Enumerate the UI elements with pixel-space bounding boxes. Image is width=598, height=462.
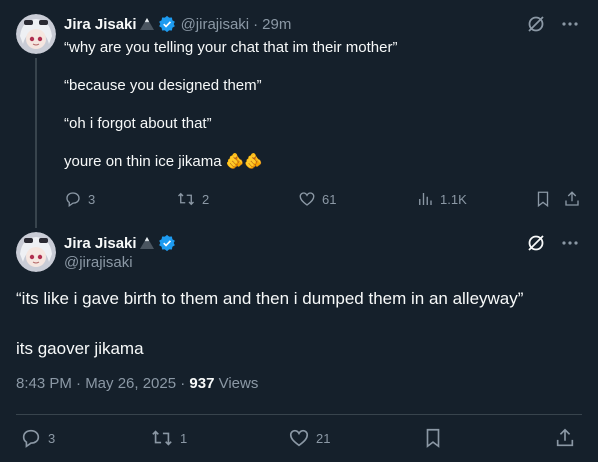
repost-count: 1 bbox=[180, 430, 188, 446]
tweet-text: “why are you telling your chat that im t… bbox=[64, 38, 564, 190]
tweet-line: its gaover jikama bbox=[16, 339, 144, 358]
bookmark-button[interactable] bbox=[422, 427, 444, 449]
tweet-header: Jira Jisaki @jirajisaki · 29m bbox=[64, 14, 291, 34]
tweet-header: Jira Jisaki @jirajisaki bbox=[64, 233, 176, 271]
tweet-time[interactable]: 29m bbox=[262, 16, 291, 33]
reply-button[interactable]: 3 bbox=[64, 190, 95, 208]
share-button[interactable] bbox=[563, 190, 581, 208]
reply-button[interactable]: 3 bbox=[20, 427, 55, 449]
tweet-text: “its like i gave birth to them and then … bbox=[16, 287, 586, 387]
thread-line bbox=[35, 58, 37, 228]
avatar[interactable] bbox=[16, 232, 56, 272]
avatar[interactable] bbox=[16, 14, 56, 54]
tweet-line: “oh i forgot about that” bbox=[64, 115, 212, 132]
reply-count: 3 bbox=[88, 191, 96, 207]
grok-icon[interactable] bbox=[526, 233, 546, 253]
tweet-line: “its like i gave birth to them and then … bbox=[16, 289, 524, 308]
like-icon bbox=[298, 190, 316, 208]
repost-icon bbox=[176, 190, 196, 208]
verified-badge-icon bbox=[158, 15, 176, 33]
author-name[interactable]: Jira Jisaki bbox=[64, 235, 137, 252]
tweet-line: youre on thin ice jikama 🫵🫵 bbox=[64, 153, 264, 170]
grok-icon[interactable] bbox=[526, 14, 546, 34]
views-icon bbox=[416, 190, 434, 208]
tweet-line: “why are you telling your chat that im t… bbox=[64, 39, 398, 56]
tweet-line: “because you designed them” bbox=[64, 77, 262, 94]
repost-button[interactable]: 1 bbox=[150, 427, 187, 449]
tweet-top-icons bbox=[526, 14, 580, 34]
repost-icon bbox=[150, 427, 174, 449]
more-icon[interactable] bbox=[560, 14, 580, 34]
like-icon bbox=[288, 427, 310, 449]
reply-icon bbox=[64, 190, 82, 208]
share-button[interactable] bbox=[554, 427, 576, 449]
bookmark-icon bbox=[422, 427, 444, 449]
separator: · bbox=[253, 15, 259, 33]
tweet-thread: Jira Jisaki @jirajisaki · 29m “why are y… bbox=[0, 0, 598, 462]
reply-icon bbox=[20, 427, 42, 449]
tweet-meta: 8:43 PM · May 26, 2025 · 937 Views bbox=[16, 375, 258, 392]
verified-badge-icon bbox=[158, 234, 176, 252]
bookmark-button[interactable] bbox=[534, 190, 552, 208]
bookmark-icon bbox=[534, 190, 552, 208]
repost-button[interactable]: 2 bbox=[176, 190, 209, 208]
like-count: 21 bbox=[316, 430, 331, 446]
like-button[interactable]: 61 bbox=[298, 190, 336, 208]
share-icon bbox=[554, 427, 576, 449]
views-count: 1.1K bbox=[440, 191, 467, 207]
views-label: Views bbox=[214, 375, 259, 392]
views-count: 937 bbox=[189, 375, 215, 392]
share-icon bbox=[563, 190, 581, 208]
tweet-timestamp[interactable]: 8:43 PM · May 26, 2025 · bbox=[16, 375, 189, 392]
tweet-actions: 3 1 21 bbox=[16, 425, 582, 449]
mountain-emoji-icon bbox=[139, 16, 155, 32]
reply-count: 3 bbox=[48, 430, 56, 446]
author-name[interactable]: Jira Jisaki bbox=[64, 16, 137, 33]
more-icon[interactable] bbox=[560, 233, 580, 253]
tweet-top-icons bbox=[526, 233, 580, 253]
divider bbox=[16, 414, 582, 415]
like-button[interactable]: 21 bbox=[288, 427, 330, 449]
tweet-actions: 3 2 61 1.1K bbox=[64, 190, 584, 210]
mountain-emoji-icon bbox=[139, 235, 155, 251]
views-button[interactable]: 1.1K bbox=[416, 190, 467, 208]
author-handle[interactable]: @jirajisaki bbox=[181, 16, 250, 33]
reply-tweet[interactable]: Jira Jisaki @jirajisaki · 29m “why are y… bbox=[0, 0, 598, 228]
author-handle[interactable]: @jirajisaki bbox=[64, 254, 176, 271]
like-count: 61 bbox=[322, 191, 337, 207]
repost-count: 2 bbox=[202, 191, 210, 207]
